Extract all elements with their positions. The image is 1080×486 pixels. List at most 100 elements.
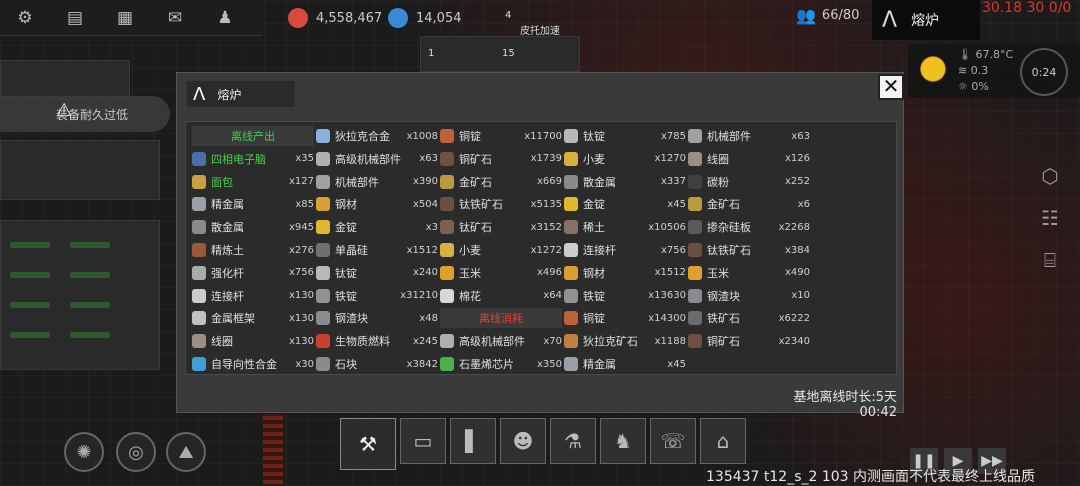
item-quantity: x756 — [660, 244, 686, 256]
resource-item[interactable]: 钢渣块 x10 — [688, 286, 810, 306]
top-toolbar: ⚙ ▤ ▦ ✉ ♟ — [0, 0, 262, 36]
resource-item[interactable]: 钢材 x504 — [316, 194, 438, 214]
resource-item[interactable]: 狄拉克矿石 x1188 — [564, 331, 686, 351]
bank-icon[interactable]: ⌂ — [700, 418, 746, 464]
item-quantity: x6222 — [778, 312, 810, 324]
resource-item[interactable]: 狄拉克合金 x1008 — [316, 126, 438, 146]
bottom-toolbar: ⚒ ▭ ▌ ☻ ⚗ ♞ ☏ ⌂ — [340, 418, 746, 470]
resource-item[interactable]: 强化杆 x756 — [192, 263, 314, 283]
resource-item[interactable]: 面包 x127 — [192, 172, 314, 192]
resource-credits[interactable]: 4,558,467 — [288, 8, 382, 28]
resource-item[interactable]: 连接杆 x756 — [564, 240, 686, 260]
resource-item[interactable]: 生物质燃料 x245 — [316, 331, 438, 351]
mountain-icon[interactable]: ⛰ — [166, 432, 206, 472]
resource-item[interactable]: 金矿石 x6 — [688, 194, 810, 214]
resource-item[interactable]: 钛锭 x785 — [564, 126, 686, 146]
wind: ≋ 0.3 — [958, 64, 989, 77]
item-name: 单晶硅 — [335, 244, 368, 257]
item-name: 金锭 — [335, 221, 357, 235]
chat-icon[interactable]: ▤ — [50, 0, 100, 36]
item-name: 生物质燃料 — [335, 335, 390, 349]
resource-item[interactable]: 精炼土 x276 — [192, 240, 314, 260]
resource-item[interactable]: 钛铁矿石 x384 — [688, 240, 810, 260]
resource-item[interactable]: 石块 x3842 — [316, 354, 438, 374]
item-icon — [316, 197, 330, 212]
resource-item[interactable]: 铜矿石 x1739 — [440, 149, 562, 169]
gear-icon[interactable]: ⚙ — [0, 0, 50, 36]
location-name: 熔炉 — [911, 13, 940, 29]
chat-icon[interactable]: ☏ — [650, 418, 696, 464]
resource-item[interactable]: 掺杂硅板 x2268 — [688, 217, 810, 237]
planet-icon[interactable]: ◎ — [116, 432, 156, 472]
resource-item[interactable]: 精金属 x45 — [564, 354, 686, 374]
resource-item[interactable]: 连接杆 x130 — [192, 286, 314, 306]
resource-item[interactable]: 线圈 x126 — [688, 149, 810, 169]
dialog-title: 熔炉 — [217, 87, 242, 102]
item-icon — [192, 265, 206, 280]
resource-item[interactable]: 钛铁矿石 x5135 — [440, 194, 562, 214]
resource-item[interactable]: 钛矿石 x3152 — [440, 217, 562, 237]
item-name: 稀土 — [583, 221, 605, 235]
keyboard-icon[interactable]: ▦ — [100, 0, 150, 36]
population-counter[interactable]: 👥 66/80 — [796, 6, 859, 25]
resource-item[interactable]: 单晶硅 x1512 — [316, 240, 438, 260]
resource-item[interactable]: 金锭 x45 — [564, 194, 686, 214]
resource-item[interactable]: 自导向性合金 x30 — [192, 354, 314, 374]
resource-item[interactable]: 稀土 x10506 — [564, 217, 686, 237]
item-quantity: x245 — [412, 335, 438, 347]
user-icon[interactable]: ♟ — [200, 0, 250, 36]
resource-item[interactable]: 钛锭 x240 — [316, 263, 438, 283]
resource-item[interactable]: 金属框架 x130 — [192, 308, 314, 328]
mail-icon[interactable]: ✉ — [150, 0, 200, 36]
weather-panel[interactable]: 🌡 67.8°C ≋ 0.3 ☼ 0% 0:24 — [908, 44, 1080, 98]
resource-item[interactable]: 铁矿石 x6222 — [688, 308, 810, 328]
resource-item[interactable]: 钢材 x1512 — [564, 263, 686, 283]
resource-item[interactable]: 玉米 x490 — [688, 263, 810, 283]
resource-item[interactable]: 小麦 x1272 — [440, 240, 562, 260]
resource-item[interactable]: 散金属 x337 — [564, 172, 686, 192]
folder-icon[interactable]: ▭ — [400, 418, 446, 464]
item-name: 钢材 — [583, 266, 605, 280]
resource-item[interactable]: 小麦 x1270 — [564, 149, 686, 169]
resource-item[interactable]: 铜矿石 x2340 — [688, 331, 810, 351]
resource-item[interactable]: 四相电子脑 x35 — [192, 149, 314, 169]
scan-icon[interactable]: ⌸ — [1036, 248, 1064, 276]
waveform-icon[interactable]: ▌ — [450, 418, 496, 464]
durability-warning[interactable]: 装备耐久过低 — [0, 96, 170, 132]
galaxy-icon[interactable]: ✺ — [64, 432, 104, 472]
resource-item[interactable]: 石墨烯芯片 x350 — [440, 354, 562, 374]
resource-item[interactable]: 钢渣块 x48 — [316, 308, 438, 328]
tools-icon[interactable]: ⚒ — [340, 418, 396, 470]
flask-icon[interactable]: ⚗ — [550, 418, 596, 464]
item-name: 金锭 — [583, 198, 605, 212]
resource-item[interactable]: 高级机械部件 x70 — [440, 331, 562, 351]
resource-item[interactable]: 碳粉 x252 — [688, 172, 810, 192]
resource-item[interactable]: 散金属 x945 — [192, 217, 314, 237]
resource-item[interactable]: 铜锭 x11700 — [440, 126, 562, 146]
resource-item[interactable]: 机械部件 x63 — [688, 126, 810, 146]
resource-item[interactable]: 金矿石 x669 — [440, 172, 562, 192]
resource-item[interactable]: 金锭 x3 — [316, 217, 438, 237]
item-icon — [564, 311, 578, 326]
resource-item[interactable]: 铁锭 x31210 — [316, 286, 438, 306]
resource-item[interactable]: 铜锭 x14300 — [564, 308, 686, 328]
resource-item[interactable]: 棉花 x64 — [440, 286, 562, 306]
resource-item[interactable]: 铁锭 x13630 — [564, 286, 686, 306]
resource-item[interactable]: 高级机械部件 x63 — [316, 149, 438, 169]
item-name: 铜矿石 — [707, 335, 740, 349]
resource-item[interactable]: 线圈 x130 — [192, 331, 314, 351]
resource-item[interactable]: 玉米 x496 — [440, 263, 562, 283]
resource-item[interactable]: 机械部件 x390 — [316, 172, 438, 192]
item-quantity: x31210 — [400, 290, 438, 302]
cube-icon[interactable]: ⬡ — [1036, 164, 1064, 192]
close-button[interactable]: ✕ — [878, 74, 904, 100]
map-building — [420, 36, 580, 72]
map-building — [0, 60, 130, 100]
clipboard-icon[interactable]: ☷ — [1036, 206, 1064, 234]
resource-item[interactable]: 精金属 x85 — [192, 194, 314, 214]
location-title[interactable]: Λ 熔炉 — [872, 0, 980, 40]
item-quantity: x1188 — [654, 335, 686, 347]
resource-energy[interactable]: 14,054 — [388, 8, 462, 28]
people-icon[interactable]: ☻ — [500, 418, 546, 464]
cat-icon[interactable]: ♞ — [600, 418, 646, 464]
